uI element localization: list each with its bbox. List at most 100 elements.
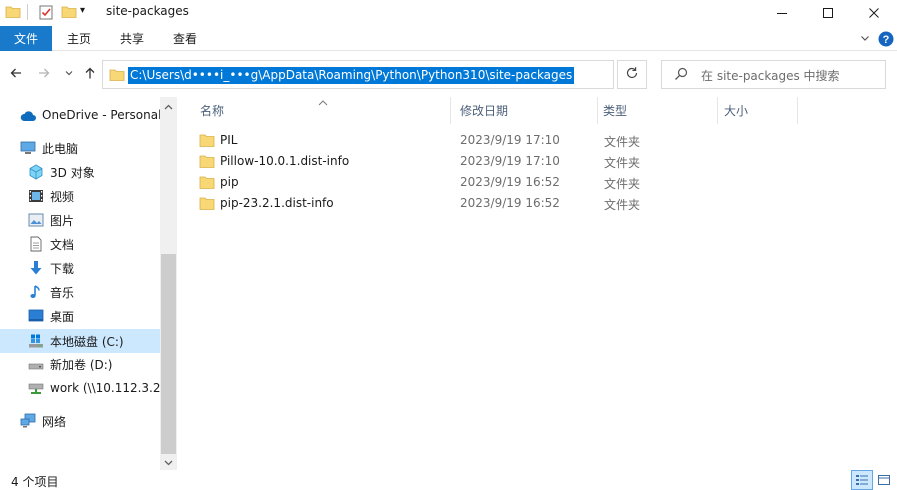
nav-item-new-volume-d[interactable]: 新加卷 (D:) (0, 352, 160, 376)
details-view-button[interactable] (851, 470, 873, 490)
search-input[interactable]: 在 site-packages 中搜索 (661, 60, 886, 89)
nav-item-this-pc[interactable]: 此电脑 (0, 136, 160, 160)
drive-c-icon (28, 333, 44, 349)
video-icon (28, 188, 44, 204)
file-row[interactable]: pip-23.2.1.dist-info 2023/9/19 16:52 文件夹 (192, 193, 792, 214)
item-count: 4 个项目 (11, 475, 59, 489)
maximize-button[interactable] (805, 0, 851, 26)
cube-icon (28, 164, 44, 180)
folder-icon (199, 133, 215, 151)
nav-item-label: 新加卷 (D:) (50, 358, 113, 372)
column-header-date[interactable]: 修改日期 (460, 97, 508, 124)
network-icon (20, 413, 36, 429)
scrollbar-thumb[interactable] (161, 254, 176, 454)
file-date: 2023/9/19 17:10 (460, 154, 560, 168)
nav-item-3d-objects[interactable]: 3D 对象 (0, 160, 160, 184)
ribbon-tabs: 文件 主页 共享 查看 ? (0, 26, 897, 51)
sort-ascending-icon (318, 95, 328, 109)
nav-item-videos[interactable]: 视频 (0, 184, 160, 208)
quick-access-dropdown[interactable]: ▾ (80, 5, 96, 21)
nav-item-onedrive[interactable]: OneDrive - Personal (0, 104, 160, 128)
folder-icon (5, 4, 21, 20)
navigation-pane: OneDrive - Personal 此电脑 3D 对象 视频 图片 文档 下… (0, 97, 177, 470)
expand-ribbon-icon[interactable] (860, 32, 870, 46)
file-row[interactable]: Pillow-10.0.1.dist-info 2023/9/19 17:10 … (192, 151, 792, 172)
column-divider[interactable] (597, 97, 598, 124)
title-bar: ▾ site-packages (0, 0, 897, 26)
file-type: 文件夹 (604, 198, 641, 212)
computer-icon (20, 140, 36, 156)
toolbar-divider (27, 4, 28, 20)
file-name: Pillow-10.0.1.dist-info (220, 154, 350, 168)
help-icon[interactable]: ? (878, 31, 894, 50)
nav-item-label: 本地磁盘 (C:) (50, 335, 124, 349)
properties-icon[interactable] (38, 4, 54, 20)
column-header-size[interactable]: 大小 (724, 97, 748, 124)
file-date: 2023/9/19 16:52 (460, 175, 560, 189)
file-type: 文件夹 (604, 135, 641, 149)
tab-file[interactable]: 文件 (0, 26, 52, 51)
music-icon (28, 284, 44, 300)
nav-item-music[interactable]: 音乐 (0, 280, 160, 304)
large-icons-view-button[interactable] (873, 470, 895, 490)
column-header-type[interactable]: 类型 (603, 97, 627, 124)
column-divider[interactable] (797, 97, 798, 124)
cloud-icon (20, 108, 36, 124)
column-divider[interactable] (717, 97, 718, 124)
nav-item-label: 网络 (42, 415, 67, 429)
address-bar[interactable]: C:\Users\d••••i_•••g\AppData\Roaming\Pyt… (102, 60, 703, 89)
nav-item-downloads[interactable]: 下载 (0, 256, 160, 280)
nav-item-pictures[interactable]: 图片 (0, 208, 160, 232)
folder-icon (199, 175, 215, 193)
tab-view[interactable]: 查看 (173, 26, 197, 51)
file-name: PIL (220, 133, 238, 147)
file-type: 文件夹 (604, 177, 641, 191)
network-drive-icon (28, 381, 44, 397)
scroll-up-icon[interactable] (164, 101, 173, 110)
file-date: 2023/9/19 17:10 (460, 133, 560, 147)
download-icon (28, 260, 44, 276)
back-button[interactable] (8, 65, 24, 81)
file-row[interactable]: pip 2023/9/19 16:52 文件夹 (192, 172, 792, 193)
new-folder-icon[interactable] (61, 4, 77, 20)
nav-item-work-network-drive[interactable]: work (\\10.112.3.28 (0, 377, 160, 401)
file-row[interactable]: PIL 2023/9/19 17:10 文件夹 (192, 130, 792, 151)
address-folder-icon (109, 67, 125, 86)
column-header-name[interactable]: 名称 (200, 97, 224, 124)
nav-pane-scrollbar[interactable] (160, 97, 177, 470)
nav-item-label: work (\\10.112.3.28 (50, 381, 160, 395)
forward-button[interactable] (36, 65, 52, 81)
tab-home[interactable]: 主页 (67, 26, 91, 51)
recent-locations-icon[interactable] (61, 65, 77, 81)
file-name: pip-23.2.1.dist-info (220, 196, 334, 210)
nav-item-label: 图片 (50, 214, 75, 228)
picture-icon (28, 212, 44, 228)
nav-item-desktop[interactable]: 桌面 (0, 304, 160, 328)
refresh-button[interactable] (617, 60, 647, 89)
minimize-button[interactable] (759, 0, 805, 26)
nav-item-label: 音乐 (50, 286, 75, 300)
drive-icon (28, 356, 44, 372)
address-path[interactable]: C:\Users\d••••i_•••g\AppData\Roaming\Pyt… (128, 67, 575, 84)
up-button[interactable] (82, 65, 98, 81)
file-type: 文件夹 (604, 156, 641, 170)
nav-item-network[interactable]: 网络 (0, 409, 160, 433)
document-icon (28, 236, 44, 252)
scroll-down-icon[interactable] (164, 456, 173, 466)
window-title: site-packages (106, 4, 189, 18)
file-name: pip (220, 175, 239, 189)
status-bar: 4 个项目 (0, 470, 897, 490)
nav-item-documents[interactable]: 文档 (0, 232, 160, 256)
file-list: 名称 修改日期 类型 大小 PIL 2023/9/19 17:10 文件夹 Pi… (178, 97, 897, 470)
nav-item-local-disk-c[interactable]: 本地磁盘 (C:) (0, 329, 160, 353)
nav-item-label: OneDrive - Personal (42, 108, 160, 122)
file-date: 2023/9/19 16:52 (460, 196, 560, 210)
close-button[interactable] (851, 0, 897, 26)
desktop-icon (28, 308, 44, 324)
nav-item-label: 下载 (50, 262, 75, 276)
nav-item-label: 3D 对象 (50, 166, 95, 180)
search-icon (674, 67, 688, 84)
column-divider[interactable] (450, 97, 451, 124)
tab-share[interactable]: 共享 (120, 26, 144, 51)
refresh-icon (625, 66, 639, 83)
